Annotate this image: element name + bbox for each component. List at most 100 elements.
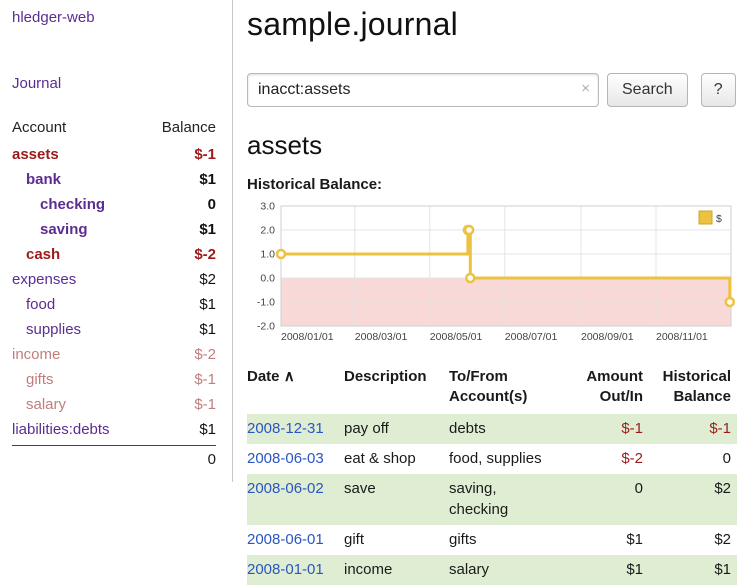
- register-table: Date ∧ Description To/From Account(s) Am…: [247, 365, 737, 585]
- svg-text:1.0: 1.0: [260, 249, 275, 261]
- account-link-supplies[interactable]: supplies: [12, 321, 81, 338]
- search-button[interactable]: Search: [607, 73, 688, 107]
- data-point-marker: [277, 250, 285, 258]
- accounts-header-line1: To/From: [449, 368, 508, 385]
- balance-header-line2: Balance: [673, 388, 731, 405]
- account-balance: $-1: [194, 146, 216, 163]
- account-balance: $-2: [194, 246, 216, 263]
- date-header-label: Date: [247, 368, 280, 385]
- account-balance: 0: [208, 196, 216, 213]
- transaction-description: eat & shop: [344, 444, 449, 474]
- column-header-balance: Historical Balance: [649, 365, 737, 414]
- account-link-gifts[interactable]: gifts: [12, 371, 54, 388]
- svg-text:3.0: 3.0: [260, 201, 275, 213]
- account-balance: $2: [199, 271, 216, 288]
- account-link-bank[interactable]: bank: [12, 171, 61, 188]
- transaction-date-link[interactable]: 2008-12-31: [247, 420, 324, 437]
- accounts-list: assets$-1bank$1checking0saving$1cash$-2e…: [12, 142, 216, 442]
- transaction-accounts: debts: [449, 414, 561, 444]
- hledger-web-app: hledger-web Journal Account Balance asse…: [0, 0, 742, 585]
- transaction-date-cell: 2008-01-01: [247, 555, 344, 585]
- transaction-amount: $-2: [561, 444, 649, 474]
- account-row: salary $-1: [12, 392, 216, 417]
- svg-text:2008/05/01: 2008/05/01: [430, 331, 483, 343]
- svg-text:2008/03/01: 2008/03/01: [355, 331, 408, 343]
- account-balance: $-1: [194, 396, 216, 413]
- account-balance: $1: [199, 296, 216, 313]
- transaction-date-link[interactable]: 2008-06-03: [247, 450, 324, 467]
- account-link-saving[interactable]: saving: [12, 221, 88, 238]
- account-link-food[interactable]: food: [12, 296, 55, 313]
- account-link-liabilities-debts[interactable]: liabilities:debts: [12, 421, 110, 438]
- transaction-amount: $-1: [561, 414, 649, 444]
- transaction-description: gift: [344, 525, 449, 555]
- register-rows: 2008-12-31pay offdebts$-1$-12008-06-03ea…: [247, 414, 737, 585]
- svg-text:0.0: 0.0: [260, 273, 275, 285]
- transaction-date-link[interactable]: 2008-06-01: [247, 531, 324, 548]
- help-button[interactable]: ?: [701, 73, 736, 107]
- sort-ascending-icon: ∧: [284, 368, 295, 385]
- account-link-assets[interactable]: assets: [12, 146, 59, 163]
- transaction-accounts: salary: [449, 555, 561, 585]
- chart-title: Historical Balance:: [247, 176, 739, 193]
- search-bar: × Search ?: [247, 73, 739, 107]
- account-link-income[interactable]: income: [12, 346, 60, 363]
- transaction-date-link[interactable]: 2008-06-02: [247, 480, 324, 497]
- account-link-cash[interactable]: cash: [12, 246, 60, 263]
- transaction-balance: $1: [649, 555, 737, 585]
- amount-header-line1: Amount: [586, 368, 643, 385]
- sidebar: hledger-web Journal Account Balance asse…: [0, 0, 233, 482]
- svg-text:2008/11/01: 2008/11/01: [656, 331, 708, 343]
- search-box: ×: [247, 73, 599, 107]
- transaction-date-cell: 2008-12-31: [247, 414, 344, 444]
- historical-balance-chart[interactable]: 3.02.01.00.0-1.0-2.02008/01/012008/03/01…: [247, 200, 739, 353]
- transaction-amount: $1: [561, 525, 649, 555]
- transaction-amount: 0: [561, 474, 649, 525]
- chart-svg: 3.02.01.00.0-1.0-2.02008/01/012008/03/01…: [247, 200, 739, 348]
- column-header-accounts: To/From Account(s): [449, 365, 561, 414]
- account-balance: $1: [199, 421, 216, 438]
- account-row: bank$1: [12, 167, 216, 192]
- transaction-accounts: saving, checking: [449, 474, 561, 525]
- account-row: checking 0: [12, 192, 216, 217]
- svg-text:-2.0: -2.0: [257, 321, 275, 333]
- register-row: 2008-06-01giftgifts$1$2: [247, 525, 737, 555]
- account-row: gifts$-1: [12, 367, 216, 392]
- accounts-column-account: Account: [12, 119, 66, 136]
- transaction-description: income: [344, 555, 449, 585]
- svg-text:-1.0: -1.0: [257, 297, 275, 309]
- accounts-header-line2: Account(s): [449, 388, 527, 405]
- data-point-marker: [726, 298, 734, 306]
- transaction-accounts: food, supplies: [449, 444, 561, 474]
- transaction-accounts: gifts: [449, 525, 561, 555]
- account-link-expenses[interactable]: expenses: [12, 271, 76, 288]
- account-row: liabilities:debts $1: [12, 417, 216, 442]
- column-header-date[interactable]: Date ∧: [247, 365, 344, 414]
- account-row: income$-2: [12, 342, 216, 367]
- account-balance: $1: [199, 221, 216, 238]
- transaction-balance: $-1: [649, 414, 737, 444]
- svg-text:2008/07/01: 2008/07/01: [505, 331, 558, 343]
- accounts-total-row: 0: [12, 445, 216, 470]
- transaction-amount: $1: [561, 555, 649, 585]
- balance-header-line1: Historical: [663, 368, 731, 385]
- account-link-salary[interactable]: salary: [12, 396, 66, 413]
- account-heading: assets: [247, 130, 739, 161]
- register-row: 2008-01-01incomesalary$1$1: [247, 555, 737, 585]
- transaction-date-cell: 2008-06-03: [247, 444, 344, 474]
- transaction-date-cell: 2008-06-02: [247, 474, 344, 525]
- svg-text:2.0: 2.0: [260, 225, 275, 237]
- account-link-checking[interactable]: checking: [12, 196, 105, 213]
- search-input[interactable]: [247, 73, 599, 107]
- transaction-date-cell: 2008-06-01: [247, 525, 344, 555]
- clear-search-icon[interactable]: ×: [581, 81, 590, 96]
- account-row: saving $1: [12, 217, 216, 242]
- accounts-total-value: 0: [208, 451, 216, 468]
- page-title: sample.journal: [247, 6, 739, 43]
- sidebar-item-journal[interactable]: Journal: [12, 75, 216, 92]
- account-balance: $1: [199, 321, 216, 338]
- column-header-description: Description: [344, 365, 449, 414]
- transaction-date-link[interactable]: 2008-01-01: [247, 561, 324, 578]
- legend-label: $: [716, 213, 722, 225]
- app-title-link[interactable]: hledger-web: [12, 9, 216, 26]
